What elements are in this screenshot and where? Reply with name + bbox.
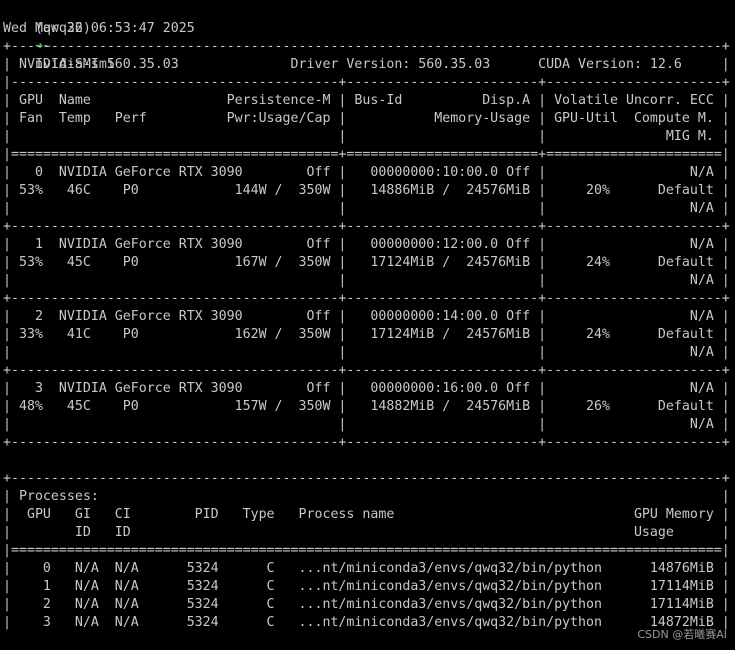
terminal-output-line: | | | N/A | — [3, 273, 730, 288]
terminal-output-line: | 2 NVIDIA GeForce RTX 3090 Off | 000000… — [3, 309, 730, 324]
terminal-output-line: Wed Mar 26 06:53:47 2025 — [3, 21, 195, 36]
terminal-output-line: | 53% 46C P0 144W / 350W | 14886MiB / 24… — [3, 183, 730, 198]
terminal-output-line: | ID ID Usage | — [3, 525, 730, 540]
terminal-output-line: | GPU GI CI PID Type Process name GPU Me… — [3, 507, 730, 522]
terminal-output-line: | GPU Name Persistence-M | Bus-Id Disp.A… — [3, 93, 730, 108]
terminal-output-line: | 1 N/A N/A 5324 C ...nt/miniconda3/envs… — [3, 579, 730, 594]
terminal-output-line: | | | N/A | — [3, 417, 730, 432]
terminal-output-line: | Fan Temp Perf Pwr:Usage/Cap | Memory-U… — [3, 111, 730, 126]
terminal-output-line: +---------------------------------------… — [3, 435, 730, 450]
shell-prompt: (qwq32) ➜~ nvidia-smi — [3, 2, 115, 72]
terminal-output-line: | 33% 41C P0 162W / 350W | 17124MiB / 24… — [3, 327, 730, 342]
terminal-output-line: |=======================================… — [3, 147, 730, 162]
terminal-output-line: | 2 N/A N/A 5324 C ...nt/miniconda3/envs… — [3, 597, 730, 612]
terminal-output-line: |=======================================… — [3, 543, 730, 558]
terminal-window[interactable]: (qwq32) ➜~ nvidia-smi Wed Mar 26 06:53:4… — [0, 0, 735, 650]
terminal-output-line: | 3 N/A N/A 5324 C ...nt/miniconda3/envs… — [3, 615, 730, 630]
terminal-output-line: | 53% 45C P0 167W / 350W | 17124MiB / 24… — [3, 255, 730, 270]
terminal-output-line: | | | MIG M. | — [3, 129, 730, 144]
terminal-output-line: +---------------------------------------… — [3, 39, 730, 54]
terminal-output-line: | 48% 45C P0 157W / 350W | 14882MiB / 24… — [3, 399, 730, 414]
terminal-output-line: +---------------------------------------… — [3, 471, 730, 486]
terminal-output-line: | Processes: | — [3, 489, 730, 504]
terminal-output-line: | | | N/A | — [3, 201, 730, 216]
terminal-output-line: |---------------------------------------… — [3, 75, 730, 90]
terminal-output-line: | | | N/A | — [3, 345, 730, 360]
watermark-label: CSDN @若曦赛AI — [637, 628, 727, 641]
terminal-output-line: +---------------------------------------… — [3, 291, 730, 306]
terminal-output-line: | 3 NVIDIA GeForce RTX 3090 Off | 000000… — [3, 381, 730, 396]
terminal-output-line: +---------------------------------------… — [3, 363, 730, 378]
terminal-output-line: | 0 NVIDIA GeForce RTX 3090 Off | 000000… — [3, 165, 730, 180]
terminal-output-line: | 0 N/A N/A 5324 C ...nt/miniconda3/envs… — [3, 561, 730, 576]
terminal-output-line: +---------------------------------------… — [3, 219, 730, 234]
terminal-output-line: | NVIDIA-SMI 560.35.03 Driver Version: 5… — [3, 57, 730, 72]
terminal-output-line: | 1 NVIDIA GeForce RTX 3090 Off | 000000… — [3, 237, 730, 252]
